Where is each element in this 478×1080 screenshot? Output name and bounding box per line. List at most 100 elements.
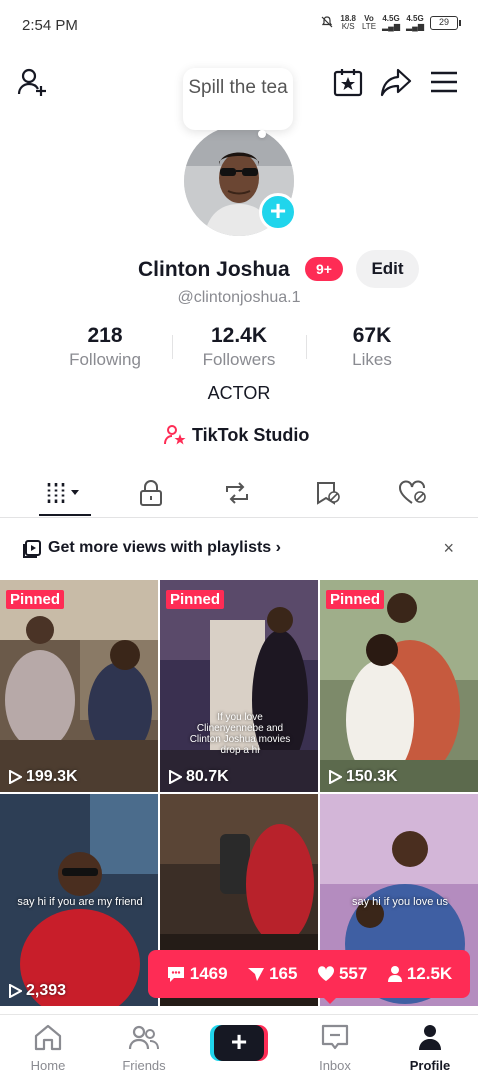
active-tab-indicator [39, 514, 91, 516]
view-count: 80.7K [168, 768, 229, 786]
tooltip-tail [258, 130, 266, 138]
mute-icon [320, 15, 334, 31]
nav-inbox-label: Inbox [319, 1058, 351, 1073]
nav-home-label: Home [30, 1058, 66, 1073]
video-thumbnail[interactable]: Pinned If you love Clinenyennebe and Cli… [160, 580, 318, 792]
nav-friends-label: Friends [122, 1058, 166, 1073]
tab-private[interactable] [121, 470, 181, 516]
nav-inbox[interactable]: Inbox [295, 1023, 375, 1073]
chevron-right-icon: › [275, 539, 281, 556]
profile-icon [419, 1025, 441, 1050]
tab-videos[interactable] [35, 470, 95, 516]
play-icon [9, 770, 22, 784]
close-icon[interactable]: × [443, 538, 454, 559]
home-icon [34, 1024, 62, 1051]
stat-likes-value: 67K [352, 324, 392, 347]
view-count: 2,393 [8, 982, 66, 1000]
signal-1: 4.5G ▂▄▆ [382, 14, 401, 31]
spill-the-tea-tooltip[interactable]: Spill the tea [183, 68, 293, 130]
nav-profile[interactable]: Profile [390, 1023, 470, 1073]
shares-stat: 165 [247, 964, 297, 984]
volte-indicator: Vo LTE [361, 14, 377, 31]
grid-bars-icon [46, 483, 79, 503]
studio-person-star-icon [164, 425, 186, 445]
inbox-icon [321, 1024, 349, 1050]
video-caption: say hi if you are my friend [17, 896, 143, 908]
status-time: 2:54 PM [22, 17, 78, 34]
likes-stat: 557 [317, 964, 367, 984]
profile-name: Clinton Joshua [138, 258, 290, 281]
video-caption: say hi if you love us [352, 896, 448, 908]
video-thumbnail[interactable]: say hi if you are my friend 2,393 [0, 794, 158, 1006]
stat-followers-label: Followers [202, 350, 276, 369]
header-actions [332, 66, 460, 98]
play-icon [329, 770, 342, 784]
profile-tabs [0, 470, 478, 518]
profile-handle: @clintonjoshua.1 [177, 289, 301, 306]
video-caption: If you love Clinenyennebe and Clinton Jo… [189, 712, 291, 756]
view-count: 150.3K [328, 768, 398, 786]
add-avatar-button[interactable]: + [259, 193, 297, 231]
nav-profile-label: Profile [409, 1058, 451, 1073]
battery-icon: 29 [430, 16, 461, 30]
heart-icon [317, 966, 334, 981]
hamburger-menu-icon [431, 71, 457, 93]
plus-icon: + [214, 1025, 264, 1061]
tiktok-studio-link[interactable]: TikTok Studio [164, 424, 309, 446]
send-icon [248, 968, 265, 981]
create-button[interactable]: + [210, 1025, 268, 1061]
post-stats-popup[interactable]: 1469 165 557 12.5K [148, 950, 470, 998]
nav-friends[interactable]: Friends [104, 1023, 184, 1073]
friends-icon [128, 1025, 159, 1050]
followers-stat: 12.5K [387, 964, 452, 984]
net-speed: 18.8 K/S [340, 14, 356, 31]
profile-bio: ACTOR [207, 383, 271, 403]
notification-badge[interactable]: 9+ [305, 257, 343, 281]
nav-home[interactable]: Home [8, 1023, 88, 1073]
view-count: 199.3K [8, 768, 78, 786]
tab-favorites[interactable] [298, 470, 358, 516]
video-thumbnail[interactable]: Pinned 150.3K [320, 580, 478, 792]
promo-text: Get more views with playlists › [48, 539, 281, 556]
bottom-nav: Home Friends + Inbox Profile [0, 1014, 478, 1080]
video-thumbnail[interactable]: Pinned 199.3K [0, 580, 158, 792]
stat-following-label: Following [69, 350, 141, 369]
comment-icon [167, 967, 184, 982]
status-bar: 2:54 PM 18.8 K/S Vo LTE 4.5G ▂▄▆ 4.5G ▂▄▆ 29 [0, 0, 478, 50]
share-button[interactable] [380, 66, 412, 98]
thumbnail-image [0, 580, 158, 792]
profile-stats: 218 Following 12.4K Followers 67K Likes [0, 323, 478, 371]
lock-icon [140, 480, 162, 506]
heart-hidden-icon [399, 480, 426, 504]
add-friend-button[interactable] [16, 66, 48, 98]
calendar-star-button[interactable] [332, 66, 364, 98]
menu-button[interactable] [428, 66, 460, 98]
edit-profile-button[interactable]: Edit [356, 250, 419, 288]
calendar-star-icon [333, 69, 363, 97]
thumbnail-image [320, 580, 478, 792]
repost-icon [226, 482, 248, 504]
play-icon [169, 770, 182, 784]
pinned-badge: Pinned [166, 590, 225, 609]
tab-reposts[interactable] [207, 470, 267, 516]
studio-label: TikTok Studio [192, 424, 310, 445]
pinned-badge: Pinned [326, 590, 385, 609]
stat-following[interactable]: 218 Following [40, 323, 170, 371]
comments-stat: 1469 [166, 964, 228, 984]
stat-following-value: 218 [87, 324, 123, 347]
thumbnail-image [160, 580, 318, 792]
stat-divider [172, 335, 173, 359]
playlist-icon [22, 539, 42, 564]
pinned-badge: Pinned [6, 590, 65, 609]
playlist-promo-banner[interactable]: Get more views with playlists › × [0, 528, 478, 570]
stat-followers[interactable]: 12.4K Followers [174, 323, 304, 371]
stat-followers-value: 12.4K [210, 324, 268, 347]
popup-tail [322, 996, 338, 1004]
signal-2: 4.5G ▂▄▆ [406, 14, 424, 31]
share-arrow-icon [380, 68, 412, 97]
status-icons: 18.8 K/S Vo LTE 4.5G ▂▄▆ 4.5G ▂▄▆ 29 [320, 14, 461, 31]
stat-likes-label: Likes [352, 350, 392, 369]
stat-likes[interactable]: 67K Likes [307, 323, 437, 371]
add-person-icon [17, 68, 46, 96]
tab-liked[interactable] [383, 470, 443, 516]
